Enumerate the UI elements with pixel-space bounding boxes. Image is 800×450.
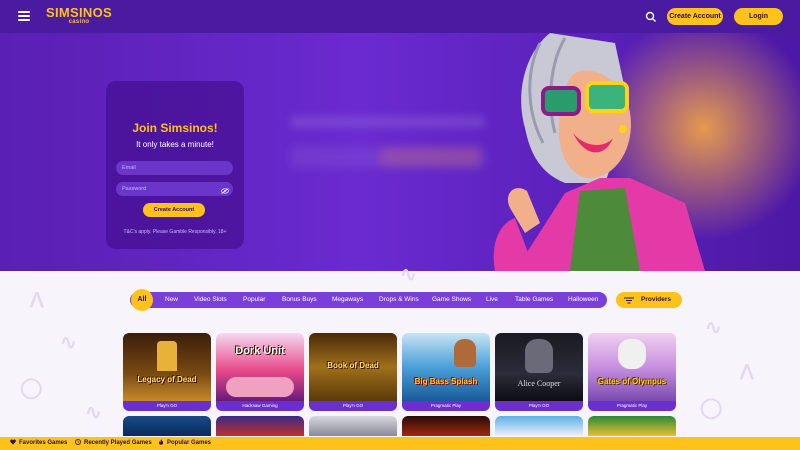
clock-icon [75, 439, 81, 445]
category-popular[interactable]: Popular [243, 292, 265, 308]
decor-squiggle: ∿ [85, 402, 102, 424]
signup-subtitle: It only takes a minute! [136, 140, 214, 149]
menu-icon[interactable] [18, 11, 30, 21]
game-card[interactable] [216, 416, 304, 436]
category-new[interactable]: New [165, 292, 178, 308]
game-card[interactable]: Dork Unit Hacksaw Gaming [216, 333, 304, 411]
popular-games-link[interactable]: Popular Games [158, 437, 211, 450]
game-card[interactable] [123, 416, 211, 436]
category-video-slots[interactable]: Video Slots [194, 292, 227, 308]
game-thumbnail [123, 333, 211, 401]
site-logo[interactable]: SIMSINOS casino [46, 5, 112, 25]
game-title: Big Bass Splash [414, 377, 478, 386]
game-provider: Pragmatic Play [588, 401, 676, 411]
recently-played-link[interactable]: Recently Played Games [75, 437, 152, 450]
game-provider: Hacksaw Gaming [216, 401, 304, 411]
game-provider: Pragmatic Play [402, 401, 490, 411]
game-provider: Play'n GO [123, 401, 211, 411]
providers-button[interactable]: Providers [616, 292, 682, 308]
game-title: Gates of Olympus [597, 377, 667, 386]
game-card[interactable] [309, 416, 397, 436]
category-table-games[interactable]: Table Games [515, 292, 553, 308]
game-card[interactable]: Legacy of Dead Play'n GO [123, 333, 211, 411]
game-card[interactable] [588, 416, 676, 436]
recent-label: Recently Played Games [84, 440, 152, 446]
favorites-games-link[interactable]: Favorites Games [10, 437, 67, 450]
signup-title: Join Simsinos! [132, 121, 218, 135]
bottom-quick-bar: Favorites Games Recently Played Games Po… [0, 437, 800, 450]
providers-label: Providers [641, 296, 671, 303]
game-card[interactable]: Book of Dead Play'n GO [309, 333, 397, 411]
hero-character-illustration [493, 33, 705, 271]
favorites-label: Favorites Games [19, 440, 68, 446]
game-thumbnail [588, 333, 676, 401]
logo-text: SIMSINOS [46, 5, 112, 20]
game-card[interactable]: Big Bass Splash Pragmatic Play [402, 333, 490, 411]
game-card[interactable] [495, 416, 583, 436]
category-megaways[interactable]: Megaways [332, 292, 363, 308]
signup-create-account-button[interactable]: Create Account [143, 203, 205, 217]
email-field[interactable] [116, 161, 233, 175]
category-game-shows[interactable]: Game Shows [432, 292, 471, 308]
category-live[interactable]: Live [486, 292, 498, 308]
game-thumbnail [216, 333, 304, 401]
game-provider: Play'n GO [309, 401, 397, 411]
search-icon[interactable] [645, 11, 657, 23]
password-field[interactable] [116, 182, 233, 196]
decor-squiggle: ∿ [705, 317, 722, 339]
category-halloween[interactable]: Halloween [568, 292, 598, 308]
game-provider: Play'n GO [495, 401, 583, 411]
category-all[interactable]: All [131, 289, 153, 311]
hero-banner: Join Simsinos! It only takes a minute! C… [0, 33, 800, 271]
game-title: Legacy of Dead [137, 375, 197, 384]
category-drops-wins[interactable]: Drops & Wins [379, 292, 419, 308]
category-bar: New Video Slots Popular Bonus Buys Megaw… [130, 292, 607, 308]
fire-icon [159, 439, 164, 445]
terms-text: T&C's apply. Please Gamble Responsibly. … [123, 229, 227, 235]
decor-squiggle: ∿ [60, 332, 77, 354]
hide-password-icon[interactable] [221, 188, 229, 194]
game-card[interactable] [402, 416, 490, 436]
top-header: SIMSINOS casino Create Account Login [0, 0, 800, 33]
decor-squiggle: ◯ [20, 377, 43, 399]
category-bonus-buys[interactable]: Bonus Buys [282, 292, 317, 308]
decor-squiggle: ∿ [400, 264, 417, 286]
filter-icon [624, 297, 634, 304]
decor-squiggle: ᐱ [30, 290, 44, 312]
game-thumbnail [402, 333, 490, 401]
decor-squiggle: ◯ [700, 397, 723, 419]
signup-card: Join Simsinos! It only takes a minute! C… [106, 81, 244, 249]
game-card[interactable]: Alice Cooper Play'n GO [495, 333, 583, 411]
game-title: Book of Dead [327, 361, 379, 370]
popular-label: Popular Games [167, 440, 212, 446]
game-title: Dork Unit [235, 345, 285, 357]
login-button[interactable]: Login [734, 8, 783, 25]
game-title: Alice Cooper [517, 379, 561, 388]
decor-squiggle: ᐱ [740, 362, 754, 384]
game-thumbnail [495, 333, 583, 401]
create-account-button[interactable]: Create Account [667, 8, 723, 25]
heart-icon [10, 439, 16, 445]
game-card[interactable]: Gates of Olympus Pragmatic Play [588, 333, 676, 411]
